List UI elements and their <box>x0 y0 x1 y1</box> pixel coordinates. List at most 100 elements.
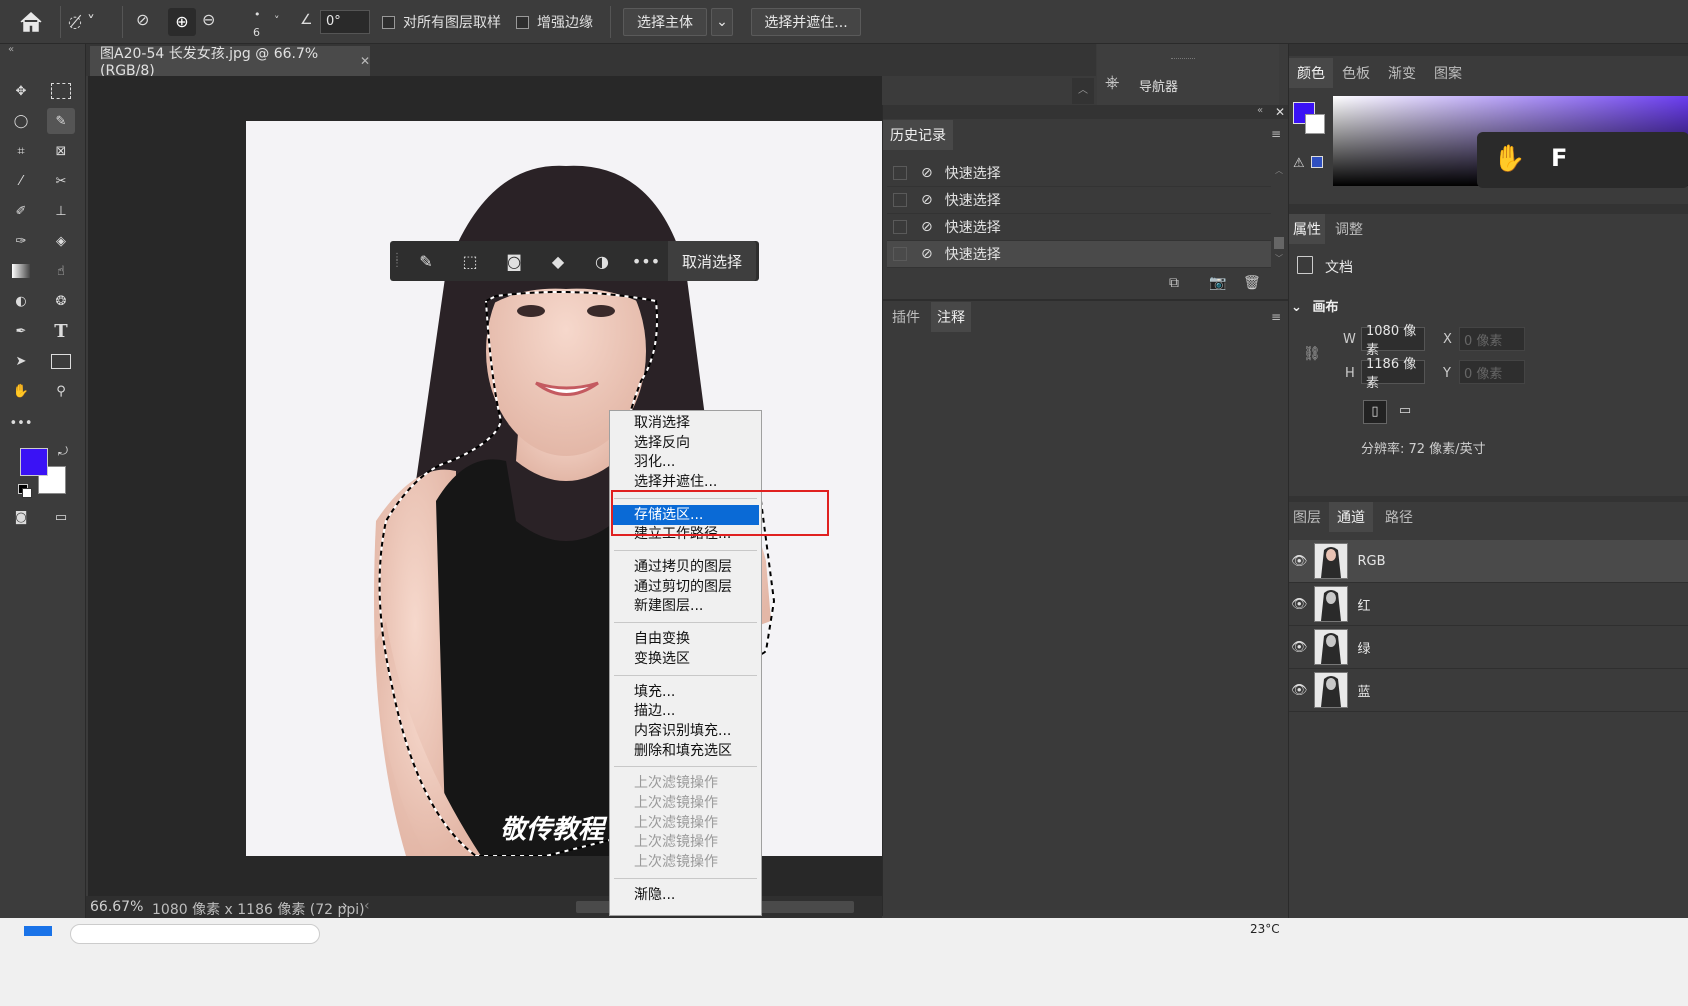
sponge-tool[interactable]: ❂ <box>47 288 75 314</box>
quick-selection-tool[interactable]: ✎ <box>47 108 75 134</box>
tab-color-0[interactable]: 颜色 <box>1289 58 1333 88</box>
canvas-scroll-up[interactable]: ︿ <box>1072 78 1094 104</box>
default-colors-icon[interactable] <box>18 484 32 498</box>
snapshot-checkbox[interactable] <box>893 166 907 180</box>
menu-item[interactable]: 选择反向 <box>612 433 759 453</box>
eye-icon[interactable]: 👁 <box>1291 597 1308 612</box>
channel-row[interactable]: 👁 RGB <box>1289 540 1688 583</box>
smudge-tool[interactable]: ☝ <box>47 258 75 284</box>
menu-item[interactable]: 自由变换 <box>612 629 759 649</box>
zoom-tool[interactable]: ⚲ <box>47 378 75 404</box>
sample-all-layers-checkbox[interactable]: 对所有图层取样 <box>382 13 501 31</box>
tab-properties-1[interactable]: 调整 <box>1327 214 1371 244</box>
path-selection-tool[interactable]: ➤ <box>7 348 35 374</box>
dodge-tool[interactable]: ◐ <box>7 288 35 314</box>
history-brush-tool[interactable]: ✑ <box>7 228 35 254</box>
subtract-from-selection-icon[interactable]: ⊖ <box>202 10 228 34</box>
document-tab[interactable]: 图A20-54 长发女孩.jpg @ 66.7%(RGB/8) ✕ <box>90 46 370 79</box>
panel-collapse-icon[interactable]: « <box>1257 105 1263 116</box>
add-to-selection-icon[interactable]: ⊕ <box>168 8 196 36</box>
panel-menu-icon[interactable]: ≡ <box>1271 310 1281 324</box>
eye-icon[interactable]: 👁 <box>1291 640 1308 655</box>
screen-mode-icon[interactable]: ▭ <box>47 504 75 530</box>
fill-bucket-icon[interactable]: ◆ <box>536 252 580 271</box>
web-safe-swatch[interactable] <box>1311 156 1323 168</box>
new-document-from-state-icon[interactable]: ⧉ <box>1169 275 1179 291</box>
quick-selection-preset-icon[interactable]: ◌̸ ˅ <box>68 12 112 34</box>
hand-tool[interactable]: ✋ <box>7 378 35 404</box>
history-state[interactable]: ⊘ 快速选择 <box>887 241 1271 268</box>
snapshot-checkbox[interactable] <box>893 193 907 207</box>
panel-menu-icon[interactable]: ≡ <box>1271 127 1281 141</box>
channel-row[interactable]: 👁 蓝 <box>1289 669 1688 712</box>
tab-layers-1[interactable]: 通道 <box>1329 502 1373 532</box>
ruler-tool[interactable]: ✂ <box>47 168 75 194</box>
tab-color-2[interactable]: 渐变 <box>1379 58 1425 88</box>
drag-handle-icon[interactable]: ⋮ ⋮ <box>390 253 404 269</box>
windows-start-icon[interactable] <box>24 926 52 936</box>
trash-icon[interactable]: 🗑 <box>1243 275 1261 291</box>
tab-plugins[interactable]: 插件 <box>883 302 929 332</box>
camera-icon[interactable]: 📷 <box>1209 275 1226 291</box>
portrait-orientation-button[interactable]: ▯ <box>1363 400 1387 424</box>
mask-icon[interactable]: ◙ <box>492 252 536 271</box>
history-state[interactable]: ⊘ 快速选择 <box>887 187 1271 214</box>
channel-row[interactable]: 👁 红 <box>1289 583 1688 626</box>
document-image[interactable]: 敬传教程 <box>246 121 882 856</box>
menu-item[interactable]: 删除和填充选区 <box>612 741 759 761</box>
menu-item[interactable]: 描边... <box>612 701 759 721</box>
select-subject-dropdown[interactable]: ⌄ <box>711 8 733 36</box>
chevron-right-icon[interactable]: › <box>342 898 348 914</box>
menu-item[interactable]: 羽化... <box>612 452 759 472</box>
more-options-icon[interactable]: ••• <box>624 252 668 271</box>
lasso-tool[interactable]: ◯ <box>7 108 35 134</box>
snapshot-checkbox[interactable] <box>893 220 907 234</box>
link-icon[interactable]: ⛓ <box>1303 346 1321 362</box>
menu-item[interactable]: 取消选择 <box>612 413 759 433</box>
gradient-tool[interactable] <box>7 258 35 284</box>
panel-grip[interactable] <box>1171 58 1195 61</box>
collapse-arrows-icon[interactable]: « <box>8 44 14 55</box>
canvas-section-toggle[interactable]: ⌄ 画布 <box>1291 296 1338 315</box>
menu-item[interactable]: 新建图层... <box>612 596 759 616</box>
close-icon[interactable]: ✕ <box>1275 105 1285 119</box>
x-field[interactable]: 0 像素 <box>1459 327 1525 351</box>
marquee-tool[interactable] <box>47 78 75 104</box>
tab-color-3[interactable]: 图案 <box>1425 58 1471 88</box>
height-field[interactable]: 1186 像素 <box>1361 357 1425 391</box>
crop-tool[interactable]: ⌗ <box>7 138 35 164</box>
eraser-tool[interactable]: ◈ <box>47 228 75 254</box>
invert-icon[interactable]: ◑ <box>580 252 624 271</box>
floating-overlay-widget[interactable]: ✋ F <box>1477 132 1688 188</box>
type-tool[interactable]: T <box>47 318 75 344</box>
angle-input[interactable]: 0° <box>320 10 370 34</box>
eye-icon[interactable]: 👁 <box>1291 683 1308 698</box>
rectangle-tool[interactable] <box>47 348 75 374</box>
eye-icon[interactable]: 👁 <box>1291 554 1308 569</box>
menu-item[interactable]: 通过拷贝的图层 <box>612 557 759 577</box>
brush-size-picker[interactable]: • 6 ˅ <box>246 8 290 40</box>
select-and-mask-button[interactable]: 选择并遮住... <box>751 8 861 36</box>
stamp-tool[interactable]: ⊥ <box>47 198 75 224</box>
chevron-left-icon[interactable]: ‹ <box>364 898 370 914</box>
landscape-orientation-button[interactable]: ▭ <box>1393 400 1417 424</box>
tab-history[interactable]: 历史记录 <box>883 120 953 150</box>
enhance-edge-checkbox[interactable]: 增强边缘 <box>516 13 593 31</box>
navigator-label[interactable]: 导航器 <box>1139 76 1178 95</box>
transform-selection-icon[interactable]: ⬚ <box>448 252 492 271</box>
swap-colors-icon[interactable]: ⤾ <box>58 444 68 459</box>
quick-mask-icon[interactable]: ◙ <box>7 504 35 530</box>
move-tool[interactable]: ✥ <box>7 78 35 104</box>
brush-icon[interactable]: ✎ <box>404 252 448 271</box>
menu-item[interactable]: 通过剪切的图层 <box>612 577 759 597</box>
zoom-level[interactable]: 66.67% <box>90 899 143 915</box>
pen-tool[interactable]: ✒ <box>7 318 35 344</box>
select-subject-button[interactable]: 选择主体 <box>623 8 707 36</box>
tab-layers-2[interactable]: 路径 <box>1377 502 1421 532</box>
width-field[interactable]: 1080 像素 <box>1361 324 1425 358</box>
channel-row[interactable]: 👁 绿 <box>1289 626 1688 669</box>
foreground-color-swatch[interactable] <box>20 448 48 476</box>
history-scrollbar[interactable]: ︿ ﹀ <box>1273 165 1285 265</box>
menu-item[interactable]: 渐隐... <box>612 885 759 905</box>
navigator-icon[interactable]: ⎈ <box>1105 72 1119 93</box>
